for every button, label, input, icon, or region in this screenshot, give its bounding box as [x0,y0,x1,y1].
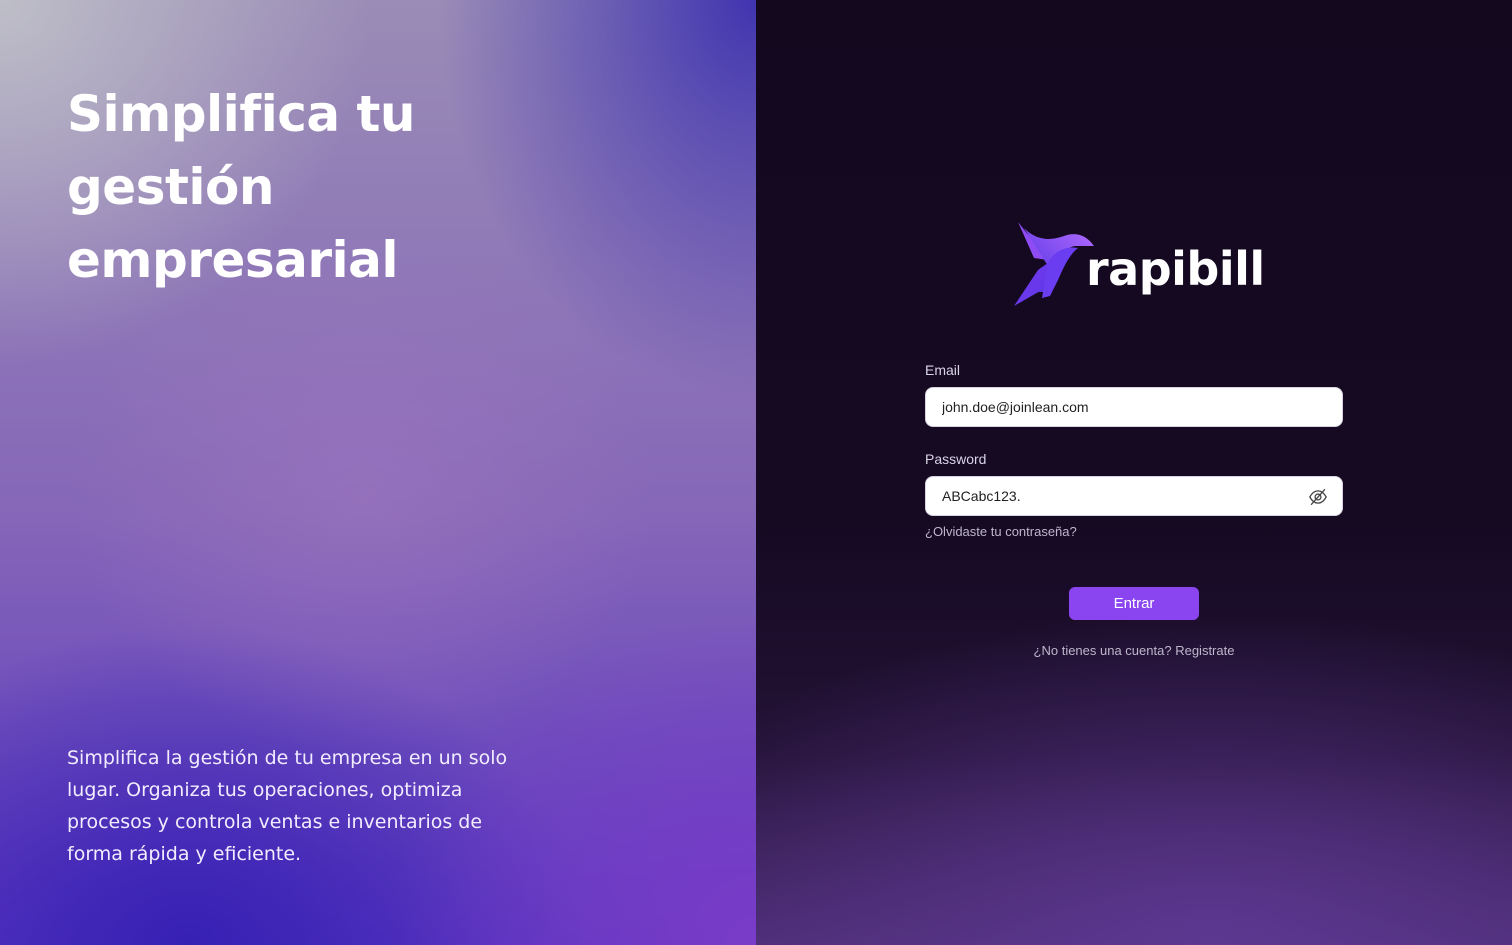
hero-title: Simplifica tu gestión empresarial [67,85,416,289]
password-input-wrapper [925,476,1343,516]
email-label: Email [925,362,961,378]
eye-slash-icon[interactable] [1308,488,1328,506]
forgot-password-link[interactable]: ¿Olvidaste tu contraseña? [925,524,1343,539]
login-panel: rapibill Email Password ¿Olvidaste tu co… [756,0,1512,945]
password-input[interactable] [926,477,1342,515]
signup-prompt: ¿No tienes una cuenta? [1033,643,1172,658]
signup-prompt-row: ¿No tienes una cuenta? Registrate [756,643,1512,658]
email-input[interactable] [926,388,1342,426]
signup-link[interactable]: Registrate [1175,643,1234,658]
hero-panel: Simplifica tu gestión empresarial Simpli… [0,0,756,945]
login-form: Email Password ¿Olvidaste tu contraseña? [925,362,1343,539]
email-input-wrapper [925,387,1343,427]
login-button[interactable]: Entrar [1069,587,1199,620]
brand-name: rapibill [1086,242,1265,296]
hero-description: Simplifica la gestión de tu empresa en u… [67,747,508,865]
password-label: Password [925,451,987,467]
brand-logo: rapibill [1008,220,1268,312]
